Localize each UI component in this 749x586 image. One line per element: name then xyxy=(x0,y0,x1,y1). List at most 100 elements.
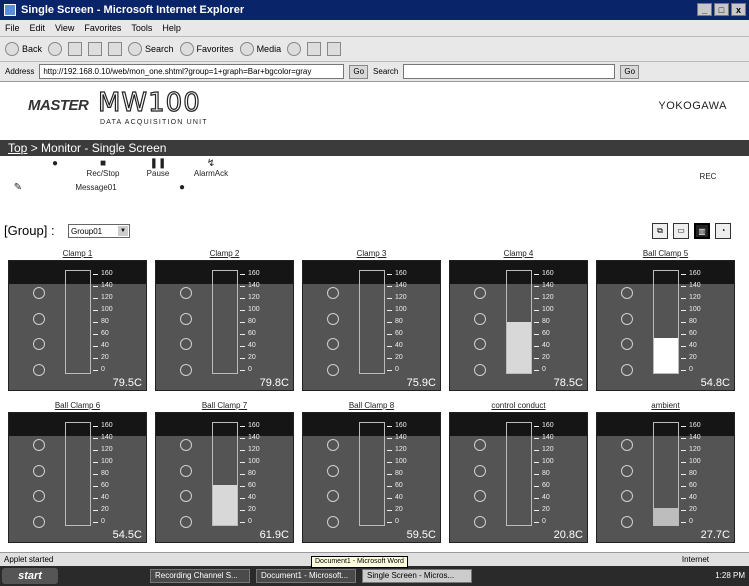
minimize-button[interactable]: _ xyxy=(697,3,712,16)
search-go-button[interactable]: Go xyxy=(620,64,640,79)
channel-panel: ambient 160 140 120 100 80 60 40 20 0 27.7C xyxy=(594,400,737,543)
bar-scale: 160 140 120 100 80 60 40 20 0 xyxy=(387,422,427,526)
go-button[interactable]: Go xyxy=(349,64,369,79)
bar-graph xyxy=(65,422,91,526)
history-button[interactable] xyxy=(287,42,302,56)
scale-tick-label: 80 xyxy=(387,318,427,326)
message-select[interactable]: Message01 xyxy=(66,183,126,192)
bar-scale: 160 140 120 100 80 60 40 20 0 xyxy=(93,270,133,374)
scale-tick-text: 60 xyxy=(542,482,550,489)
scale-tick-label: 160 xyxy=(387,422,427,430)
channel-value: 75.9C xyxy=(406,377,436,389)
forward-button[interactable] xyxy=(48,42,63,56)
scale-tick-label: 100 xyxy=(387,458,427,466)
menu-file[interactable]: File xyxy=(5,23,20,33)
print-button[interactable] xyxy=(327,42,342,56)
scale-tick-text: 40 xyxy=(542,494,550,501)
scale-tick-label: 80 xyxy=(681,318,721,326)
print-icon xyxy=(327,42,342,56)
scale-tick-text: 120 xyxy=(542,294,554,301)
scale-tick-text: 60 xyxy=(689,482,697,489)
search-button[interactable]: Search xyxy=(128,42,174,56)
alarm-lamp-icon xyxy=(33,287,45,299)
alarm-lamp-icon xyxy=(33,439,45,451)
alarm-lamp-icon xyxy=(474,516,486,528)
scale-tick-label: 40 xyxy=(240,494,280,502)
address-input[interactable]: http://192.168.0.10/web/mon_one.shtml?gr… xyxy=(39,64,345,79)
scale-tick-text: 60 xyxy=(395,482,403,489)
mail-button[interactable] xyxy=(307,42,322,56)
scale-tick-label: 0 xyxy=(387,518,427,526)
channel-value: 54.8C xyxy=(700,377,730,389)
bar-view-icon[interactable]: ▥ xyxy=(694,223,710,239)
favorites-button[interactable]: Favorites xyxy=(179,42,234,56)
scale-tick-text: 80 xyxy=(542,470,550,477)
scale-tick-label: 120 xyxy=(534,446,574,454)
scale-tick-text: 40 xyxy=(395,342,403,349)
scale-tick-label: 0 xyxy=(93,518,133,526)
start-button[interactable]: start xyxy=(2,568,58,584)
mail-icon xyxy=(307,42,322,56)
task-button-1[interactable]: Recording Channel S... xyxy=(150,569,250,583)
scale-tick-text: 100 xyxy=(101,306,113,313)
scale-tick-text: 120 xyxy=(689,446,701,453)
channel-display: 160 140 120 100 80 60 40 20 0 54.5C xyxy=(8,412,147,543)
yokogawa-logo: YOKOGAWA xyxy=(658,100,727,112)
scale-tick-text: 40 xyxy=(248,342,256,349)
scale-tick-label: 100 xyxy=(681,458,721,466)
maximize-button[interactable]: □ xyxy=(714,3,729,16)
breadcrumb-current: > Monitor - Single Screen xyxy=(27,141,167,155)
menu-favorites[interactable]: Favorites xyxy=(84,23,121,33)
scale-tick-label: 60 xyxy=(681,482,721,490)
alarm-lamp-icon xyxy=(33,313,45,325)
menu-tools[interactable]: Tools xyxy=(131,23,152,33)
scale-tick-label: 20 xyxy=(681,354,721,362)
scale-tick-text: 80 xyxy=(101,318,109,325)
window-title-bar: Single Screen - Microsoft Internet Explo… xyxy=(0,0,749,20)
address-bar: Address http://192.168.0.10/web/mon_one.… xyxy=(0,62,749,82)
menu-edit[interactable]: Edit xyxy=(30,23,46,33)
scale-tick-text: 60 xyxy=(395,330,403,337)
alarm-lamp-icon xyxy=(621,338,633,350)
home-button[interactable] xyxy=(108,42,123,56)
record-control[interactable]: ● xyxy=(40,158,70,169)
task-button-2[interactable]: Document1 - Microsoft... xyxy=(256,569,356,583)
scale-tick-label: 140 xyxy=(534,282,574,290)
meter-view-icon[interactable]: ◔ xyxy=(715,223,731,239)
scale-tick-text: 60 xyxy=(101,330,109,337)
media-button[interactable]: Media xyxy=(239,42,281,56)
digital-view-icon[interactable]: ▭ xyxy=(673,223,689,239)
scale-tick-label: 120 xyxy=(240,446,280,454)
search-input[interactable] xyxy=(403,64,616,79)
scale-tick-label: 80 xyxy=(534,318,574,326)
group-select[interactable]: Group01 ▼ xyxy=(68,224,130,238)
stop-button[interactable] xyxy=(68,42,83,56)
trend-view-icon[interactable]: ⧉ xyxy=(652,223,668,239)
breadcrumb-top-link[interactable]: Top xyxy=(8,141,27,155)
menu-help[interactable]: Help xyxy=(162,23,181,33)
alarm-ack-button[interactable]: ↯ AlarmAck xyxy=(186,158,236,178)
rec-stop-button[interactable]: ■ Rec/Stop xyxy=(78,158,128,178)
channel-value: 59.5C xyxy=(406,529,436,541)
scale-tick-label: 140 xyxy=(681,282,721,290)
taskbar: start Recording Channel S... Document1 -… xyxy=(0,566,749,586)
message-edit-button[interactable]: ✎ xyxy=(10,182,26,193)
channel-name: Clamp 3 xyxy=(356,249,387,258)
scale-tick-label: 40 xyxy=(93,494,133,502)
alarm-lamp-icon xyxy=(33,516,45,528)
alarm-lamp-icon xyxy=(621,516,633,528)
scale-tick-text: 100 xyxy=(689,306,701,313)
scale-tick-label: 100 xyxy=(387,306,427,314)
close-button[interactable]: x xyxy=(731,3,746,16)
message-send-button[interactable]: ● xyxy=(172,182,192,193)
pause-button[interactable]: ❚❚ Pause xyxy=(140,158,176,178)
back-button[interactable]: Back xyxy=(5,42,42,56)
alarm-lamp-icon xyxy=(180,490,192,502)
media-icon xyxy=(239,42,254,56)
channel-display: 160 140 120 100 80 60 40 20 0 20.8C xyxy=(449,412,588,543)
channel-value: 79.5C xyxy=(112,377,142,389)
channel-panel: control conduct 160 140 120 100 80 60 40 20 0 20.8… xyxy=(447,400,590,543)
task-button-3[interactable]: Single Screen - Micros... xyxy=(362,569,472,583)
menu-view[interactable]: View xyxy=(55,23,74,33)
refresh-button[interactable] xyxy=(88,42,103,56)
